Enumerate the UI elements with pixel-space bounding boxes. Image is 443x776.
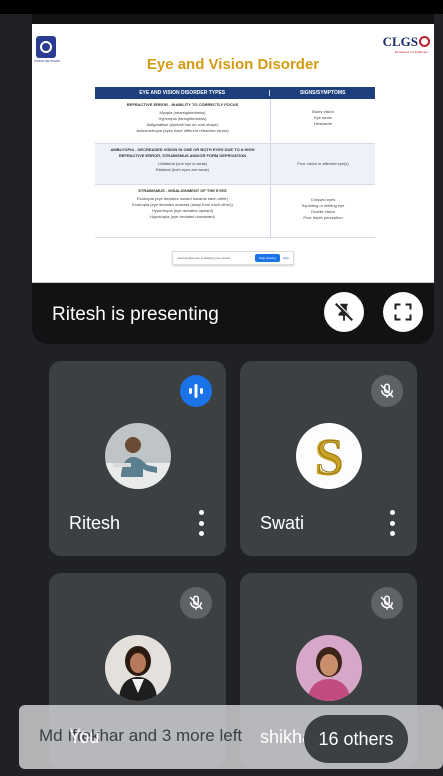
table-cell-symptoms: Poor vision in affected eye(s) (270, 144, 375, 184)
more-vert-icon (389, 510, 395, 515)
table-cell-type: REFRACTIVE ERROR - INABILITY TO CORRECTL… (126, 102, 239, 133)
more-options-button[interactable] (389, 510, 395, 536)
participant-name-you: You (69, 727, 100, 747)
avatar: S S (296, 423, 362, 489)
status-bar (0, 0, 443, 14)
clgs-logo: CLGS (383, 34, 430, 50)
participant-tile-ritesh[interactable]: Ritesh (49, 361, 226, 556)
svg-text:S: S (316, 428, 344, 484)
slide-title: Eye and Vision Disorder (146, 56, 320, 73)
others-button[interactable]: 16 others (304, 715, 408, 763)
avatar (296, 635, 362, 701)
mic-off-icon (380, 383, 394, 398)
hide-share-bar-button: Hide (282, 256, 289, 260)
participant-name: Swati (260, 513, 305, 533)
more-options-button[interactable] (198, 510, 204, 536)
table-header-symptoms: SIGNS/SYMPTOMS (269, 90, 375, 96)
vision-logo (36, 36, 56, 58)
fullscreen-button[interactable] (383, 292, 423, 332)
table-row: REFRACTIVE ERROR - INABILITY TO CORRECTL… (95, 99, 375, 144)
mic-off-icon (380, 595, 394, 610)
share-message: meet.google.com is sharing your screen. (177, 256, 232, 260)
table-row: AMBLYOPIA - DECREASED VISION IN ONE OR B… (95, 144, 375, 185)
screen-share-bar: meet.google.com is sharing your screen. … (172, 251, 294, 265)
speaking-indicator (180, 375, 212, 407)
stop-sharing-button: Stop sharing (254, 254, 280, 262)
mute-indicator (180, 587, 212, 619)
table-cell-type: STRABISMUS - MISALIGNMENT OF THE EYES Es… (132, 188, 233, 219)
avatar (105, 423, 171, 489)
unpin-button[interactable] (324, 292, 364, 332)
clgs-logo-subtitle: Excellence In Healthcare (394, 50, 428, 54)
fullscreen-icon (394, 303, 412, 321)
mute-indicator (371, 587, 403, 619)
presenter-label: Ritesh is presenting (52, 304, 219, 325)
table-cell-symptoms: Crossed eyes Squinting or shifting eye D… (270, 185, 375, 237)
avatar (105, 635, 171, 701)
audio-level-icon (189, 384, 203, 398)
participant-tile-swati[interactable]: S S Swati (240, 361, 417, 556)
mute-indicator (371, 375, 403, 407)
participant-name: Ritesh (69, 513, 121, 533)
presentation-card[interactable]: VISION NETWORK CLGS Excellence In Health… (32, 14, 434, 344)
table-header-types: EYE AND VISION DISORDER TYPES (139, 90, 226, 96)
disorder-table: EYE AND VISION DISORDER TYPES SIGNS/SYMP… (95, 87, 375, 238)
pin-off-icon (334, 302, 355, 322)
table-cell-symptoms: Blurry vision Eye strain Headache (270, 99, 375, 143)
mic-off-icon (189, 595, 203, 610)
table-row: STRABISMUS - MISALIGNMENT OF THE EYES Es… (95, 185, 375, 238)
shared-slide: VISION NETWORK CLGS Excellence In Health… (32, 24, 434, 283)
more-vert-icon (198, 510, 204, 515)
table-header: EYE AND VISION DISORDER TYPES SIGNS/SYMP… (95, 87, 375, 99)
table-cell-type: AMBLYOPIA - DECREASED VISION IN ONE OR B… (110, 147, 255, 172)
